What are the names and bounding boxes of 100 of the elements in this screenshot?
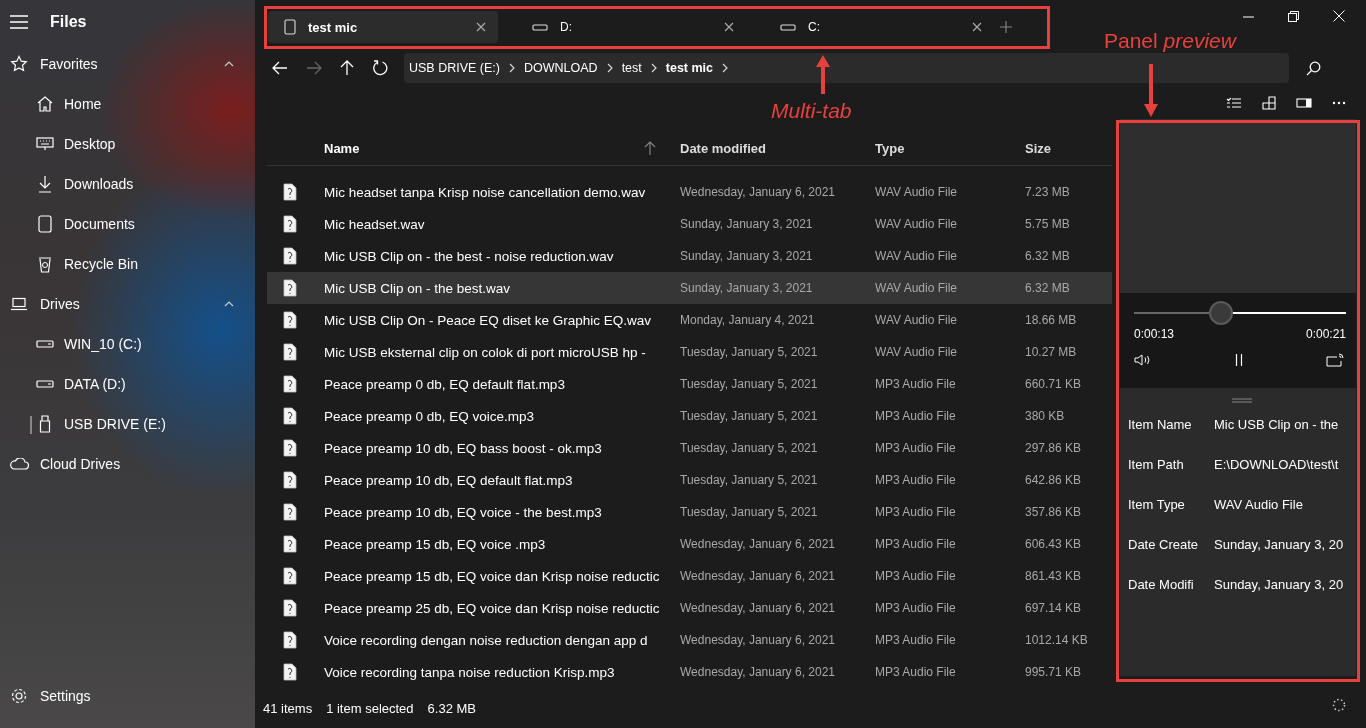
document-icon [36, 215, 54, 233]
refresh-icon[interactable] [372, 60, 388, 76]
sidebar-item[interactable]: Recycle Bin [0, 244, 255, 284]
file-row[interactable]: Voice recording dengan noise reduction dengan app d Wednesday, January 6, 2021 MP3 Audio File 1012.14 KB [267, 624, 1112, 656]
slider-thumb[interactable] [1208, 301, 1233, 325]
file-row[interactable]: Mic headset tanpa Krisp noise cancellation demo.wav Wednesday, January 6, 2021 WAV Audio File 7.23 MB [267, 176, 1112, 208]
table-cell-text: MP3 Audio File [875, 505, 957, 519]
layout-icon[interactable] [1262, 95, 1276, 110]
file-row[interactable]: Peace preamp 10 db, EQ default flat.mp3 Tuesday, January 5, 2021 MP3 Audio File 642.86 KB [267, 464, 1112, 496]
restore-icon[interactable] [1288, 10, 1299, 22]
column-header[interactable]: Type [875, 140, 1025, 156]
annotation-arrow [815, 54, 831, 94]
detail-label: Date Create [1128, 537, 1200, 552]
tab[interactable]: test mic [268, 11, 498, 43]
column-header[interactable]: Date modified [680, 140, 875, 156]
breadcrumb-item[interactable]: USB DRIVE (E:) [409, 61, 500, 75]
more-icon[interactable] [1332, 100, 1346, 105]
audio-file-icon [283, 631, 297, 649]
column-header[interactable]: Size [1025, 140, 1051, 156]
close-icon[interactable] [972, 22, 982, 32]
sidebar-item[interactable]: Downloads [0, 164, 255, 204]
file-row[interactable]: Voice recording tanpa noise reduction Krisp.mp3 Wednesday, January 6, 2021 MP3 Audio File 995.71 KB [267, 656, 1112, 688]
sidebar-item[interactable]: Documents [0, 204, 255, 244]
audio-file-icon [283, 439, 297, 457]
seek-slider[interactable] [1134, 301, 1346, 325]
table-cell-text: Sunday, January 3, 2021 [680, 249, 814, 263]
file-row[interactable]: Peace preamp 15 db, EQ voice dan Krisp noise reductic Wednesday, January 6, 2021 MP3 Audio File 861.43 KB [267, 560, 1112, 592]
file-row[interactable]: Peace preamp 10 db, EQ bass boost - ok.mp3 Tuesday, January 5, 2021 MP3 Audio File 297.86 KB [267, 432, 1112, 464]
cast-icon[interactable] [1326, 353, 1344, 367]
sidebar-item[interactable]: Desktop [0, 124, 255, 164]
preview-pane-icon[interactable] [1296, 96, 1312, 109]
detail-value: E:\DOWNLOAD\test\t [1214, 457, 1339, 472]
add-icon[interactable] [1000, 21, 1012, 33]
drive-icon [780, 23, 796, 31]
table-cell-text: MP3 Audio File [875, 601, 957, 615]
download-icon [36, 175, 54, 193]
address-bar[interactable]: USB DRIVE (E:) DOWNLOAD test test mic [404, 53, 1289, 83]
table-cell-text: WAV Audio File [875, 281, 959, 295]
file-row[interactable]: Peace preamp 15 db, EQ voice .mp3 Wednesday, January 6, 2021 MP3 Audio File 606.43 KB [267, 528, 1112, 560]
table-cell-text: Peace preamp 25 db, EQ voice dan Krisp noise reductic [324, 600, 661, 616]
sidebar-item[interactable]: Home [0, 84, 255, 124]
sidebar-item[interactable]: DATA (D:) [0, 364, 255, 404]
close-icon[interactable] [724, 22, 734, 32]
breadcrumb-item[interactable]: test [621, 61, 642, 75]
chevron-icon [722, 63, 729, 73]
table-cell: 7.23 MB [1025, 185, 1070, 199]
sidebar-section[interactable]: Cloud Drives [0, 444, 255, 484]
chevron-icon [509, 63, 515, 73]
table-cell: 297.86 KB [1025, 441, 1082, 455]
table-cell-text: WAV Audio File [875, 249, 959, 263]
tab[interactable]: C: [764, 11, 994, 43]
table-cell: 10.27 MB [1025, 345, 1077, 359]
sidebar-item[interactable]: USB DRIVE (E:) [0, 404, 255, 444]
file-row[interactable]: Mic USB Clip on - the best - noise reduction.wav Sunday, January 3, 2021 WAV Audio File 6.32 MB [267, 240, 1112, 272]
table-cell-text: Wednesday, January 6, 2021 [680, 665, 836, 679]
file-row[interactable]: Peace preamp 0 db, EQ default flat.mp3 Tuesday, January 5, 2021 MP3 Audio File 660.71 KB [267, 368, 1112, 400]
breadcrumb-item[interactable]: DOWNLOAD [524, 61, 598, 75]
file-row[interactable]: Peace preamp 10 db, EQ voice - the best.mp3 Tuesday, January 5, 2021 MP3 Audio File 357.86 KB [267, 496, 1112, 528]
up-arrow-icon[interactable] [340, 60, 354, 76]
annotation-label: Multi-tab [771, 99, 852, 123]
table-cell-text: Tuesday, January 5, 2021 [680, 409, 819, 423]
table-cell-text: MP3 Audio File [875, 473, 957, 487]
checklist-icon[interactable] [1226, 96, 1242, 109]
detail-value: WAV Audio File [1214, 497, 1303, 512]
pause-icon[interactable] [1235, 353, 1243, 367]
chevron-icon [650, 63, 657, 73]
menu-icon[interactable] [9, 15, 29, 29]
file-row[interactable]: Mic headset.wav Sunday, January 3, 2021 WAV Audio File 5.75 MB [267, 208, 1112, 240]
back-arrow-icon[interactable] [272, 61, 288, 75]
keyboard-icon [36, 137, 54, 151]
tab[interactable]: D: [516, 11, 746, 43]
forward-arrow-icon[interactable] [306, 61, 322, 75]
sidebar-section[interactable]: Drives [0, 284, 255, 324]
table-cell-text: Peace preamp 10 db, EQ bass boost - ok.mp3 [324, 440, 603, 456]
file-row[interactable]: Mic USB Clip on - the best.wav Sunday, January 3, 2021 WAV Audio File 6.32 MB [267, 272, 1112, 304]
sidebar-item[interactable]: WIN_10 (C:) [0, 324, 255, 364]
audio-file-icon [283, 503, 297, 521]
table-cell-text: Tuesday, January 5, 2021 [680, 441, 819, 455]
audio-file-icon [283, 279, 297, 297]
column-header[interactable]: Name [324, 140, 656, 156]
volume-icon[interactable] [1134, 353, 1152, 367]
audio-file-icon [283, 343, 297, 361]
breadcrumb-item[interactable]: test mic [665, 61, 714, 75]
close-icon[interactable] [476, 22, 486, 32]
file-row[interactable]: Peace preamp 0 db, EQ voice.mp3 Tuesday, January 5, 2021 MP3 Audio File 380 KB [267, 400, 1112, 432]
grip-handle-icon[interactable] [1232, 398, 1252, 403]
table-cell-text: Tuesday, January 5, 2021 [680, 377, 819, 391]
table-cell: 5.75 MB [1025, 217, 1070, 231]
star-icon [9, 55, 29, 73]
search-icon[interactable] [1306, 60, 1321, 76]
table-cell-text: Peace preamp 0 db, EQ voice.mp3 [324, 408, 536, 424]
file-row[interactable]: Peace preamp 25 db, EQ voice dan Krisp noise reductic Wednesday, January 6, 2021 MP3 Audio File 697.14 KB [267, 592, 1112, 624]
settings-item[interactable]: Settings [0, 676, 255, 716]
detail-label: Item Name [1128, 417, 1193, 432]
file-row[interactable]: Mic USB Clip On - Peace EQ diset ke Graphic EQ.wav Monday, January 4, 2021 WAV Audio File 18.66 MB [267, 304, 1112, 336]
sidebar-section[interactable]: Favorites [0, 44, 255, 84]
table-cell: 995.71 KB [1025, 665, 1082, 679]
detail-value: Mic USB Clip on - the [1214, 417, 1339, 432]
table-cell-text: Mic USB Clip on - the best.wav [324, 280, 512, 296]
file-row[interactable]: Mic USB eksternal clip on colok di port microUSB hp - Tuesday, January 5, 2021 WAV Audio File 10.27 MB [267, 336, 1112, 368]
